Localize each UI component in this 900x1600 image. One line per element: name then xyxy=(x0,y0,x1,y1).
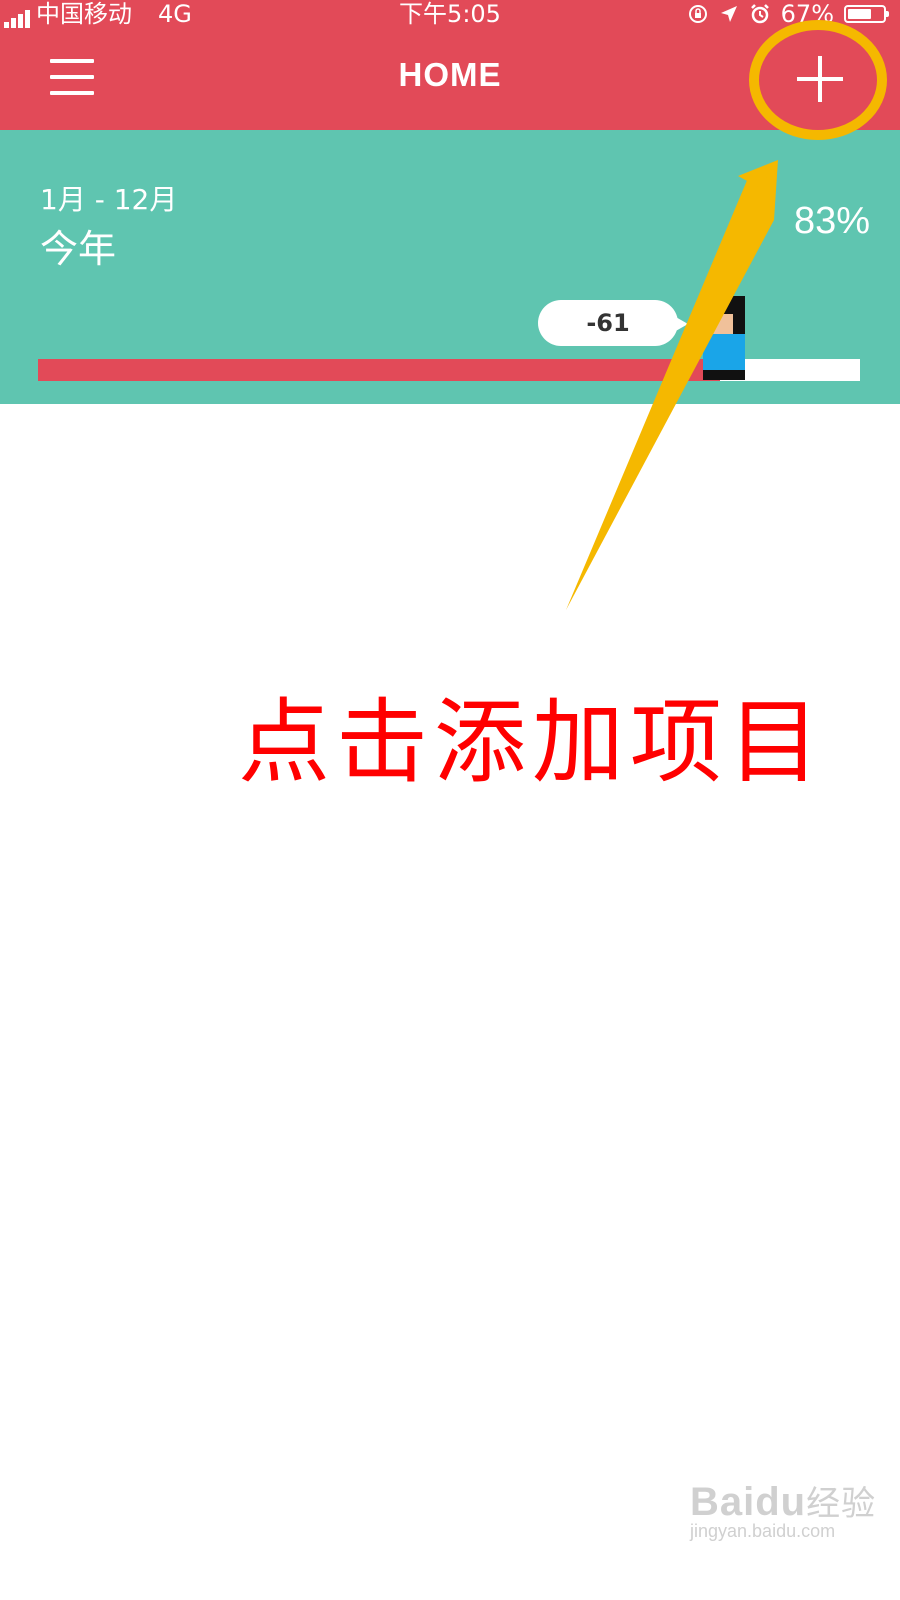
value-bubble: -61 xyxy=(538,300,688,346)
battery-icon xyxy=(844,5,889,23)
period-label: 今年 xyxy=(40,227,117,271)
progress-percent: 83% xyxy=(793,200,870,242)
location-icon xyxy=(720,6,737,22)
page-title: HOME xyxy=(398,56,502,93)
character-avatar-icon xyxy=(703,296,745,380)
date-range: 1月 - 12月 xyxy=(40,183,178,216)
watermark: Baidu经验 jingyan.baidu.com xyxy=(690,1476,876,1542)
app-header: 中国移动 4G 下午5:05 67% HOME xyxy=(0,0,900,130)
annotation-text: 点击添加项目 xyxy=(238,689,827,796)
orientation-lock-icon xyxy=(688,5,707,23)
plus-icon xyxy=(797,56,843,102)
year-progress-card[interactable]: 1月 - 12月 今年 83% -61 xyxy=(0,130,900,404)
watermark-brand: Baidu经验 xyxy=(690,1480,877,1524)
add-button[interactable] xyxy=(795,54,845,104)
battery-fill xyxy=(848,9,871,19)
status-bar: 中国移动 4G 下午5:05 67% xyxy=(0,0,900,28)
alarm-icon xyxy=(750,4,769,24)
progress-fill xyxy=(38,359,721,381)
battery-percent: 67% xyxy=(780,0,834,28)
